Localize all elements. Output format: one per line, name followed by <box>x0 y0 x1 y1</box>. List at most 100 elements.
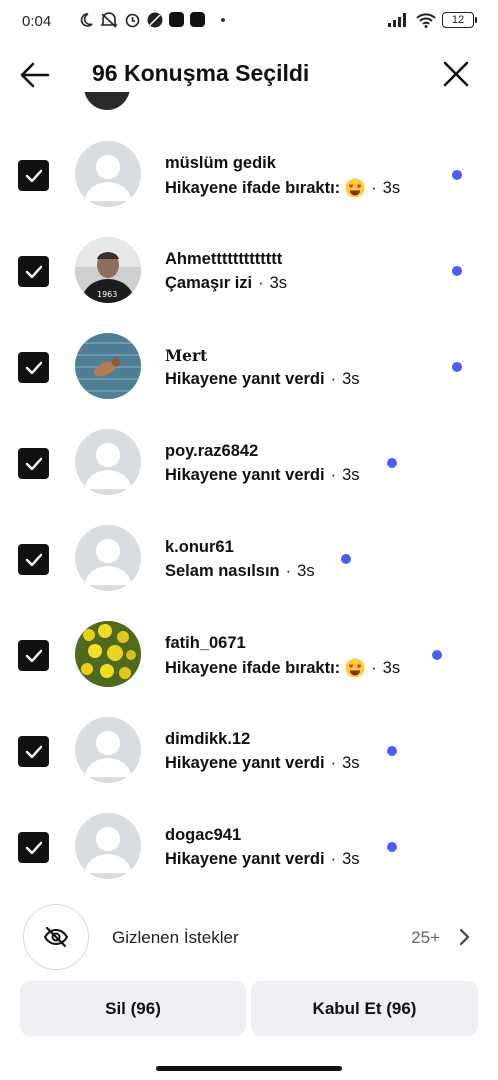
message-preview: Hikayene yanıt verdi · 3s <box>165 466 360 485</box>
status-time: 0:04 <box>22 13 52 30</box>
separator: · <box>330 370 337 388</box>
delete-button[interactable]: Sil (96) <box>20 981 246 1036</box>
avatar[interactable] <box>75 813 141 879</box>
checkbox[interactable] <box>18 256 49 287</box>
unread-dot <box>387 458 397 468</box>
checkbox[interactable] <box>18 352 49 383</box>
checkbox[interactable] <box>18 832 49 863</box>
hidden-requests-count: 25+ <box>411 928 440 947</box>
system-icons: 12 <box>388 12 477 28</box>
avatar[interactable] <box>75 429 141 495</box>
status-bar: 0:04 12 <box>0 0 498 44</box>
battery-icon: 12 <box>442 12 477 28</box>
timestamp: 3s <box>342 850 360 868</box>
list-item[interactable]: poy.raz6842 Hikayene yanıt verdi · 3s <box>0 404 498 500</box>
timestamp: 3s <box>382 178 401 197</box>
message-preview: Çamaşır izi · 3s <box>165 274 287 293</box>
check-icon <box>25 457 42 470</box>
check-icon <box>25 169 42 182</box>
username: Ahmettttttttttttt <box>165 250 283 268</box>
checkbox[interactable] <box>18 448 49 479</box>
username: müslüm gedik <box>165 154 276 172</box>
notification-icons <box>58 11 225 28</box>
username: dogac941 <box>165 826 242 844</box>
home-indicator[interactable] <box>156 1066 342 1071</box>
unread-dot <box>341 554 351 564</box>
checkbox[interactable] <box>18 736 49 767</box>
separator: · <box>371 178 377 197</box>
avatar[interactable] <box>75 141 141 207</box>
back-arrow-icon[interactable] <box>18 58 52 92</box>
checkbox[interactable] <box>18 544 49 575</box>
message-text: Hikayene yanıt verdi <box>165 466 325 484</box>
separator: · <box>371 658 377 677</box>
unread-dot <box>452 170 462 180</box>
message-preview: Hikayene yanıt verdi · 3s <box>165 850 360 869</box>
message-preview: Hikayene ifade bıraktı: · 3s <box>165 178 400 198</box>
unread-dot <box>387 746 397 756</box>
avatar[interactable]: 1963 <box>75 237 141 303</box>
hidden-icon-circle <box>23 904 89 970</box>
message-text: Hikayene ifade bıraktı: <box>165 658 341 677</box>
heart-eyes-emoji-icon <box>345 658 365 678</box>
message-text: Hikayene ifade bıraktı: <box>165 178 341 197</box>
checkbox[interactable] <box>18 160 49 191</box>
list-item[interactable]: fatih_0671 Hikayene ifade bıraktı: · 3s <box>0 596 498 692</box>
hidden-requests-label: Gizlenen İstekler <box>112 928 239 947</box>
unread-dot <box>452 362 462 372</box>
app-icon <box>147 12 163 27</box>
avatar[interactable] <box>75 621 141 687</box>
message-preview: Hikayene yanıt verdi · 3s <box>165 370 360 389</box>
timestamp: 3s <box>269 274 288 292</box>
message-text: Hikayene yanıt verdi <box>165 754 325 772</box>
separator: · <box>330 850 337 868</box>
timestamp: 3s <box>297 562 315 580</box>
accept-button[interactable]: Kabul Et (96) <box>251 981 478 1036</box>
conversation-list: müslüm gedik Hikayene ifade bıraktı: · 3… <box>0 116 498 884</box>
check-icon <box>25 649 42 662</box>
separator: · <box>285 562 292 580</box>
list-item[interactable]: 1963 Ahmettttttttttttt Çamaşır izi · 3s <box>0 212 498 308</box>
timestamp: 3s <box>382 658 401 677</box>
check-icon <box>25 553 42 566</box>
signal-icon <box>388 13 406 27</box>
header: 96 Konuşma Seçildi <box>0 44 498 104</box>
more-notifications-icon <box>221 17 225 22</box>
checkbox[interactable] <box>18 640 49 671</box>
message-text: Selam nasılsın <box>165 562 280 580</box>
page-title: 96 Konuşma Seçildi <box>92 60 310 86</box>
heart-eyes-emoji-icon <box>345 178 365 198</box>
close-icon[interactable] <box>440 58 472 90</box>
mute-icon <box>100 11 118 28</box>
list-item[interactable]: k.onur61 Selam nasılsın · 3s <box>0 500 498 596</box>
avatar[interactable] <box>75 525 141 591</box>
avatar[interactable] <box>75 717 141 783</box>
check-icon <box>25 361 42 374</box>
username: fatih_0671 <box>165 634 246 652</box>
message-preview: Selam nasılsın · 3s <box>165 562 315 581</box>
message-preview: Hikayene yanıt verdi · 3s <box>165 754 360 773</box>
avatar[interactable] <box>75 333 141 399</box>
timestamp: 3s <box>342 754 360 772</box>
separator: · <box>258 274 264 292</box>
app-icon <box>169 12 184 27</box>
separator: · <box>330 754 337 772</box>
svg-text:1963: 1963 <box>97 290 117 299</box>
list-item[interactable]: Mert Hikayene yanıt verdi · 3s <box>0 308 498 404</box>
hidden-requests-row[interactable]: Gizlenen İstekler 25+ <box>0 904 498 970</box>
username: dimdikk.12 <box>165 730 251 748</box>
list-item[interactable]: dimdikk.12 Hikayene yanıt verdi · 3s <box>0 692 498 788</box>
message-text: Hikayene yanıt verdi <box>165 370 325 388</box>
unread-dot <box>452 266 462 276</box>
eye-slash-icon <box>43 926 69 948</box>
username: Mert <box>165 346 208 365</box>
username: poy.raz6842 <box>165 442 259 460</box>
check-icon <box>25 745 42 758</box>
message-preview: Hikayene ifade bıraktı: · 3s <box>165 658 400 678</box>
separator: · <box>330 466 337 484</box>
list-item[interactable]: müslüm gedik Hikayene ifade bıraktı: · 3… <box>0 116 498 212</box>
list-item[interactable]: dogac941 Hikayene yanıt verdi · 3s <box>0 788 498 884</box>
unread-dot <box>387 842 397 852</box>
unread-dot <box>432 650 442 660</box>
timestamp: 3s <box>342 466 360 484</box>
